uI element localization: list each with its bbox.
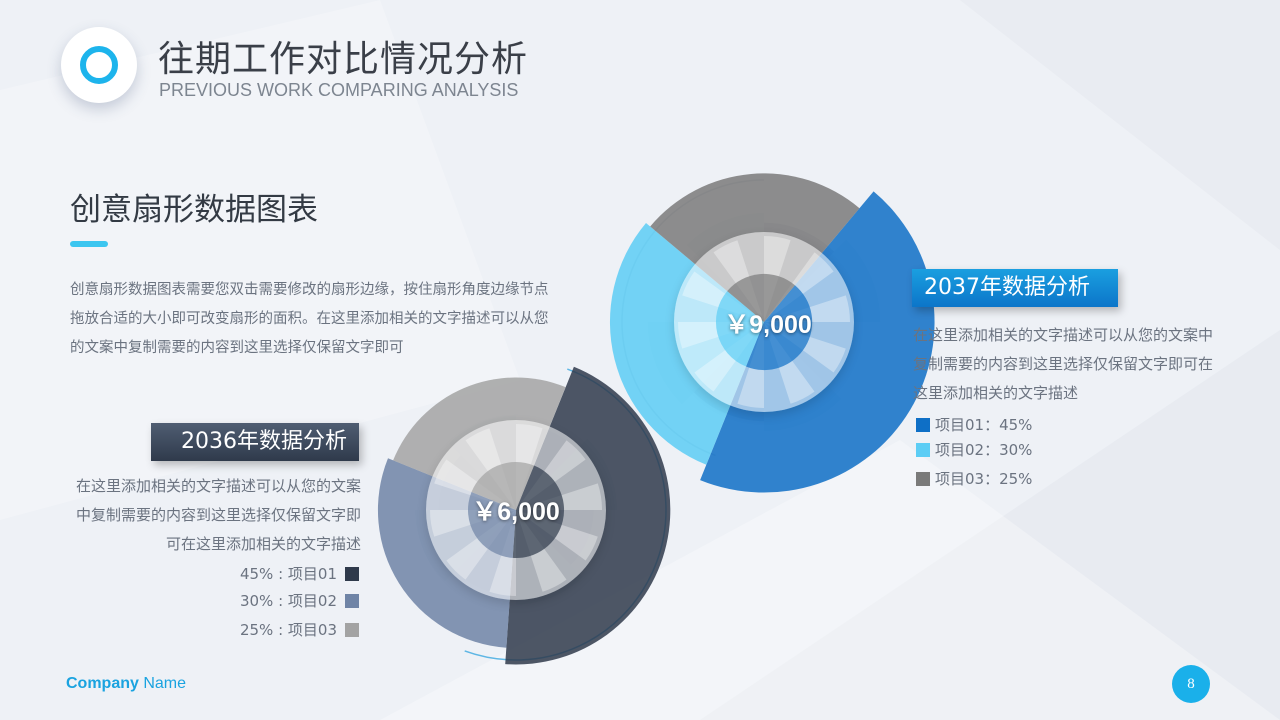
legend-swatch (916, 443, 930, 457)
chart-2036-legend-item-1: 45% : 项目01 (240, 563, 359, 584)
company-name: Company Name (66, 675, 187, 692)
legend-label: 25% : 项目03 (239, 621, 337, 639)
page-number: 8 (1172, 665, 1210, 703)
chart-2036-center-value: ￥6,000 (472, 498, 560, 526)
legend-swatch (916, 418, 930, 432)
chart-2037-legend-item-2: 项目02：30% (916, 439, 1032, 460)
legend-swatch (345, 567, 359, 581)
chart-2037-title-badge: 2037年数据分析 (912, 269, 1118, 307)
legend-label: 项目02：30% (935, 441, 1033, 459)
legend-label: 45% : 项目01 (239, 565, 337, 583)
chart-2036-description: 在这里添加相关的文字描述可以从您的文案中复制需要的内容到这里选择仅保留文字即可在… (75, 477, 361, 553)
legend-swatch (916, 472, 930, 486)
chart-2037-center-value: ￥9,000 (724, 311, 812, 339)
legend-swatch (345, 594, 359, 608)
chart-2037-legend-item-3: 项目03：25% (916, 468, 1032, 489)
legend-label: 30% : 项目02 (239, 592, 337, 610)
chart-2036-legend-item-3: 25% : 项目03 (240, 619, 359, 640)
legend-label: 项目03：25% (935, 470, 1033, 488)
chart-2036-legend-item-2: 30% : 项目02 (240, 590, 359, 611)
legend-label: 项目01：45% (935, 416, 1033, 434)
chart-2036-title-badge: 2036年数据分析 (151, 423, 359, 461)
chart-2037-legend-item-1: 项目01：45% (916, 414, 1032, 435)
legend-swatch (345, 623, 359, 637)
chart-2037-description: 在这里添加相关的文字描述可以从您的文案中复制需要的内容到这里选择仅保留文字即可在… (913, 326, 1214, 402)
